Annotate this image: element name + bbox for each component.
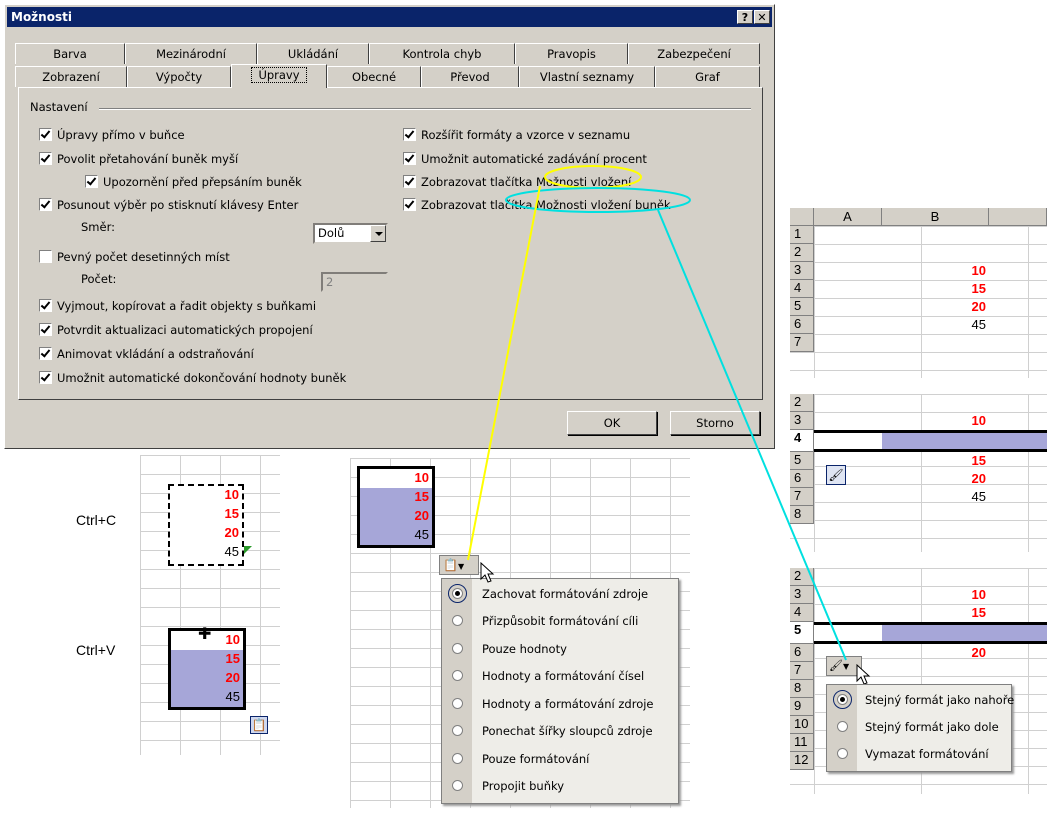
callout-line-paste [467, 185, 541, 561]
tab-upravy[interactable]: Úpravy [231, 64, 327, 88]
callout-line-insert [657, 209, 847, 661]
callout-ellipse-insert [505, 187, 691, 213]
callout-ellipse-paste [544, 165, 642, 189]
callout-overlay [467, 165, 847, 661]
